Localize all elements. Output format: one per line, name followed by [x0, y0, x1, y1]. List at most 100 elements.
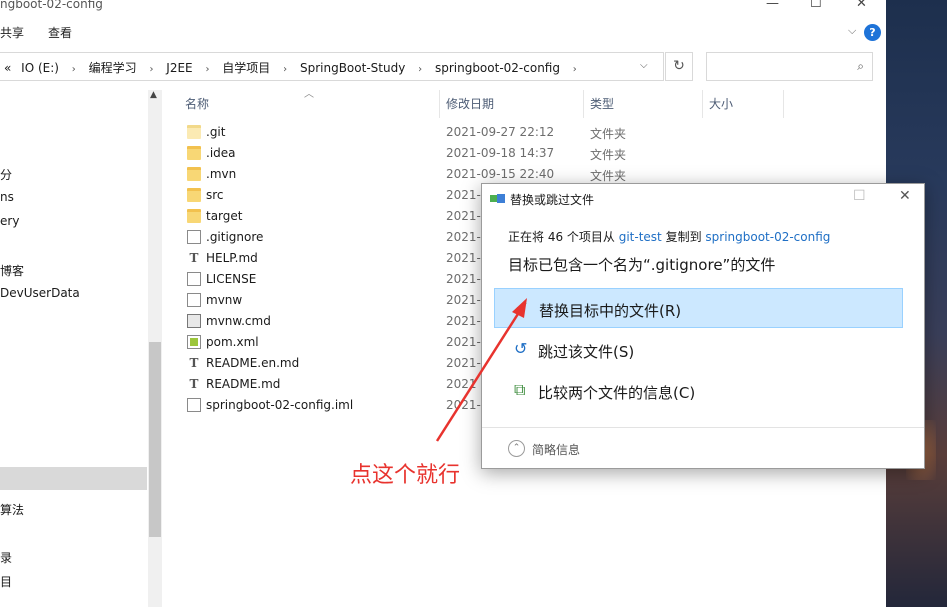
chevron-right-icon[interactable]: › — [573, 64, 577, 75]
file-date: 2021 — [446, 377, 477, 391]
xml-file-icon — [187, 335, 201, 349]
file-name: .idea — [206, 146, 236, 160]
compare-option[interactable]: ⧉ 比较两个文件的信息(C) — [494, 371, 903, 411]
file-date: 2021- — [446, 209, 481, 223]
file-name: mvnw — [206, 293, 243, 307]
fewer-details-button[interactable]: 简略信息 — [532, 441, 580, 458]
replace-option[interactable]: ✔ 替换目标中的文件(R) — [494, 288, 903, 328]
file-name: target — [206, 209, 243, 223]
conflict-heading: 目标已包含一个名为“.gitignore”的文件 — [508, 256, 776, 274]
status-mid: 复制到 — [661, 230, 706, 244]
close-button[interactable]: ✕ — [856, 0, 867, 11]
nav-selected-highlight — [0, 467, 147, 490]
cmd-file-icon — [187, 314, 201, 328]
column-name[interactable]: 名称 — [185, 95, 209, 112]
breadcrumb-folder[interactable]: 编程学习 — [89, 59, 137, 76]
file-name: .git — [206, 125, 226, 139]
source-folder-link[interactable]: git-test — [619, 230, 662, 244]
dialog-divider — [482, 427, 924, 428]
replace-option-label: 替换目标中的文件(R) — [539, 302, 682, 320]
chevron-right-icon[interactable]: › — [418, 64, 422, 75]
breadcrumb-drive[interactable]: IO (E:) — [21, 61, 59, 75]
file-date: 2021- — [446, 230, 481, 244]
file-name: HELP.md — [206, 251, 258, 265]
dialog-title: 替换或跳过文件 — [510, 193, 595, 207]
file-row[interactable]: .mvn 2021-09-15 22:40 文件夹 — [178, 164, 878, 185]
search-input[interactable]: ⌕ — [706, 52, 873, 81]
file-icon — [187, 398, 201, 412]
title-bar: ngboot-02-config — ☐ ✕ — [0, 0, 886, 14]
file-date: 2021- — [446, 188, 481, 202]
address-dropdown-icon[interactable]: ⌵ — [640, 60, 648, 71]
column-divider[interactable] — [702, 90, 703, 118]
nav-item[interactable]: 分 — [0, 166, 12, 183]
menu-bar: 共享 查看 — [0, 20, 886, 44]
column-size[interactable]: 大小 — [709, 95, 733, 112]
refresh-button[interactable]: ↻ — [665, 52, 693, 81]
text-file-icon: T — [189, 356, 199, 370]
nav-item[interactable]: 录 — [0, 549, 12, 566]
skip-option[interactable]: ↺ 跳过该文件(S) — [494, 330, 903, 370]
nav-item[interactable]: 算法 — [0, 501, 24, 518]
chevron-right-icon[interactable]: › — [72, 64, 76, 75]
nav-item[interactable]: ns — [0, 190, 14, 204]
compare-icon: ⧉ — [514, 380, 526, 399]
annotation-text: 点这个就行 — [350, 463, 461, 488]
file-name: springboot-02-config.iml — [206, 398, 354, 412]
file-type: 文件夹 — [590, 169, 627, 183]
menu-share[interactable]: 共享 — [0, 24, 24, 41]
column-divider[interactable] — [583, 90, 584, 118]
column-date[interactable]: 修改日期 — [446, 95, 494, 112]
skip-option-label: 跳过该文件(S) — [538, 343, 635, 361]
folder-light-icon — [187, 125, 201, 139]
file-date: 2021-09-18 14:37 — [446, 146, 555, 160]
nav-item[interactable]: DevUserData — [0, 286, 80, 300]
window-title: ngboot-02-config — [0, 0, 103, 11]
file-name: README.md — [206, 377, 281, 391]
chevron-right-icon[interactable]: › — [205, 64, 209, 75]
breadcrumb-folder[interactable]: SpringBoot-Study — [300, 61, 405, 75]
breadcrumb-current[interactable]: springboot-02-config — [435, 61, 560, 75]
file-name: mvnw.cmd — [206, 314, 271, 328]
text-file-icon: T — [189, 377, 199, 391]
file-name: .mvn — [206, 167, 237, 181]
nav-item[interactable]: ery — [0, 214, 19, 228]
file-row[interactable]: .idea 2021-09-18 14:37 文件夹 — [178, 143, 878, 164]
file-date: 2021- — [446, 251, 481, 265]
destination-folder-link[interactable]: springboot-02-config — [705, 230, 830, 244]
nav-item[interactable]: 博客 — [0, 262, 24, 279]
column-divider[interactable] — [439, 90, 440, 118]
address-bar[interactable]: « IO (E:) › 编程学习 › J2EE › 自学项目 › SpringB… — [0, 52, 664, 81]
breadcrumb-overflow[interactable]: « — [4, 61, 11, 75]
column-headers: ︿ 名称 修改日期 类型 大小 — [178, 89, 798, 118]
help-icon[interactable]: ? — [864, 24, 881, 41]
column-divider[interactable] — [783, 90, 784, 118]
breadcrumb-folder[interactable]: 自学项目 — [222, 59, 270, 76]
chevron-right-icon[interactable]: › — [283, 64, 287, 75]
column-type[interactable]: 类型 — [590, 95, 614, 112]
file-name: src — [206, 188, 224, 202]
compare-option-label: 比较两个文件的信息(C) — [538, 384, 696, 402]
breadcrumb-folder[interactable]: J2EE — [166, 61, 192, 75]
file-row[interactable]: .git 2021-09-27 22:12 文件夹 — [178, 122, 878, 143]
chevron-right-icon[interactable]: › — [149, 64, 153, 75]
maximize-button[interactable]: ☐ — [810, 0, 822, 11]
chevron-down-icon[interactable]: ⌵ — [848, 24, 856, 38]
file-icon — [187, 272, 201, 286]
file-date: 2021- — [446, 335, 481, 349]
minimize-button[interactable]: — — [766, 0, 779, 11]
nav-item[interactable]: 目 — [0, 573, 12, 590]
folder-icon — [187, 146, 201, 160]
navigation-pane: 分 ns ery 博客 DevUserData 算法 录 目 — [0, 90, 148, 607]
search-icon[interactable]: ⌕ — [857, 59, 864, 74]
menu-view[interactable]: 查看 — [48, 24, 72, 41]
dialog-close-button[interactable]: ✕ — [899, 188, 911, 204]
file-date: 2021- — [446, 272, 481, 286]
scroll-up-icon[interactable]: ▲ — [150, 90, 157, 100]
file-icon — [187, 230, 201, 244]
nav-scrollbar-thumb[interactable] — [149, 342, 161, 537]
file-date: 2021- — [446, 356, 481, 370]
file-name: pom.xml — [206, 335, 259, 349]
folder-icon — [187, 167, 201, 181]
chevron-up-icon[interactable]: ⌃ — [508, 440, 525, 457]
